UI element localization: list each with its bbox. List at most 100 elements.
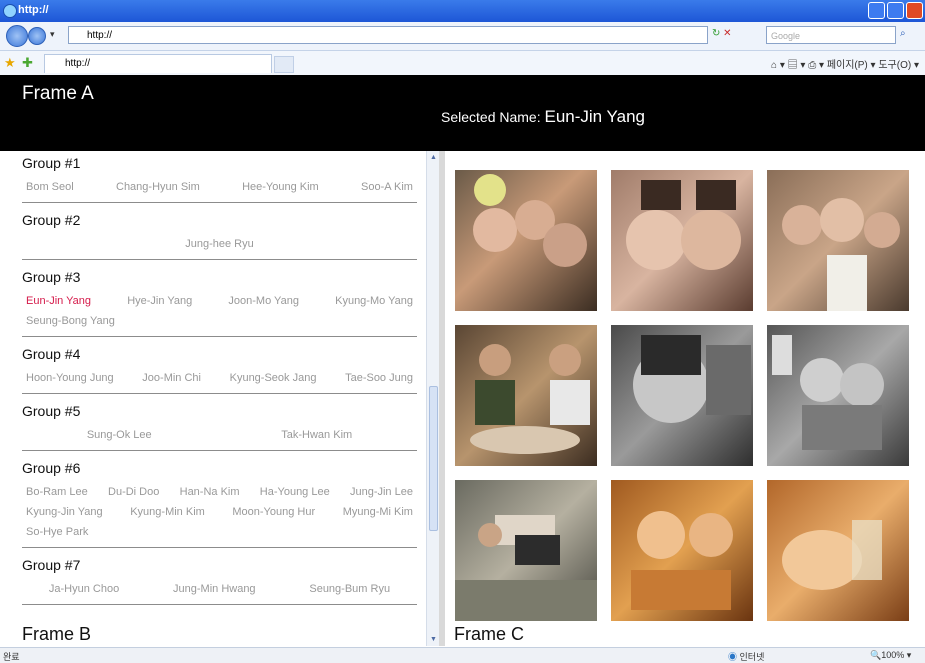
group-section: Group #7 Ja-Hyun Choo Jung-Min Hwang Seung-… [22, 553, 417, 605]
photo-thumbnail[interactable] [611, 325, 753, 466]
member-name[interactable]: Soo-A Kim [357, 177, 417, 197]
member-name[interactable]: Du-Di Doo [104, 482, 163, 502]
group-title: Group #2 [22, 212, 81, 228]
photo-thumbnail[interactable] [611, 170, 753, 311]
window-title: http:// [18, 4, 49, 16]
photo-thumbnail[interactable] [767, 170, 909, 311]
frame-c: Frame C [445, 151, 925, 646]
close-button[interactable] [906, 2, 923, 19]
group-title: Group #7 [22, 557, 81, 573]
member-name[interactable]: Ha-Young Lee [256, 482, 334, 502]
group-title: Group #4 [22, 346, 81, 362]
page-menu[interactable]: 페이지(P) [827, 60, 868, 71]
window-controls [868, 2, 923, 19]
member-name[interactable]: Bom Seol [22, 177, 78, 197]
member-name[interactable]: Han-Na Kim [176, 482, 244, 502]
tools-menu[interactable]: 도구(O) [878, 60, 911, 71]
frame-a: Frame A Selected Name: Eun-Jin Yang [0, 75, 925, 151]
member-list: Eun-Jin Yang Hye-Jin Yang Joon-Mo Yang Kyun… [22, 291, 417, 331]
member-name[interactable]: Hee-Young Kim [238, 177, 323, 197]
member-name[interactable]: Seung-Bum Ryu [305, 579, 394, 599]
globe-icon: ◉ [728, 652, 738, 662]
member-name[interactable]: Kyung-Seok Jang [226, 368, 321, 388]
search-input[interactable]: Google [766, 26, 896, 44]
member-name[interactable]: Bo-Ram Lee [22, 482, 92, 502]
member-name[interactable]: Jung-hee Ryu [181, 234, 258, 254]
address-input[interactable]: http:// [68, 26, 708, 44]
member-list: Hoon-Young Jung Joo-Min Chi Kyung-Seok Jan… [22, 368, 417, 388]
frame-b: Group #1 Bom Seol Chang-Hyun Sim Hee-Young … [12, 151, 439, 646]
selected-name-value: Eun-Jin Yang [544, 107, 646, 126]
frame-b-scrollbar[interactable]: ▲ ▼ [426, 151, 440, 646]
zone-label: 인터넷 [739, 652, 765, 662]
ie-logo-icon [3, 4, 17, 18]
status-bar: 완료 ◉ 인터넷 🔍100% ▾ [0, 647, 925, 663]
member-name[interactable]: Seung-Bong Yang [22, 311, 119, 331]
new-tab-button[interactable] [274, 56, 294, 73]
frame-b-label: Frame B [22, 624, 92, 644]
member-name[interactable]: Moon-Young Hur [228, 502, 319, 522]
scroll-up-icon[interactable]: ▲ [428, 152, 439, 163]
member-name[interactable]: Kyung-Jin Yang [22, 502, 107, 522]
photo-thumbnail[interactable] [455, 325, 597, 466]
member-name[interactable]: Hye-Jin Yang [123, 291, 196, 311]
status-text: 완료 [3, 652, 20, 662]
member-name[interactable]: Tak-Hwan Kim [277, 425, 356, 445]
window-title-bar: http:// [0, 0, 925, 22]
group-section: Group #3 Eun-Jin Yang Hye-Jin Yang Joon-Mo … [22, 265, 417, 337]
refresh-icon[interactable]: ↻ [712, 28, 720, 39]
group-section: Group #6 Bo-Ram Lee Du-Di Doo Han-Na Kim Ha-… [22, 456, 417, 548]
selected-name-prefix: Selected Name: [441, 109, 545, 125]
member-name[interactable]: Ja-Hyun Choo [45, 579, 123, 599]
group-title: Group #1 [22, 155, 81, 171]
member-name[interactable]: Joo-Min Chi [138, 368, 205, 388]
address-toolbar: ▾ http:// ↻ ✕ Google ⌕ [0, 22, 925, 51]
member-name[interactable]: Sung-Ok Lee [83, 425, 156, 445]
member-name[interactable]: Jung-Min Hwang [169, 579, 260, 599]
zoom-value: 100% [881, 650, 905, 660]
back-button[interactable] [6, 25, 28, 47]
add-favorite-icon[interactable]: ✚ [22, 55, 33, 71]
feeds-icon[interactable]: ▤ ▾ [788, 60, 806, 71]
photo-thumbnail[interactable] [767, 480, 909, 621]
group-title: Group #6 [22, 460, 81, 476]
group-section: Group #1 Bom Seol Chang-Hyun Sim Hee-Young … [22, 151, 417, 203]
internet-zone: ◉ 인터넷 [728, 650, 764, 663]
maximize-button[interactable] [887, 2, 904, 19]
member-list: Ja-Hyun Choo Jung-Min Hwang Seung-Bum Ryu [22, 579, 417, 599]
history-dropdown-icon[interactable]: ▾ [50, 29, 55, 40]
member-name[interactable]: Tae-Soo Jung [341, 368, 417, 388]
member-list: Bom Seol Chang-Hyun Sim Hee-Young Kim Soo-A… [22, 177, 417, 197]
browser-tab[interactable]: http:// [44, 54, 272, 73]
member-name[interactable]: Kyung-Mo Yang [331, 291, 417, 311]
stop-icon[interactable]: ✕ [723, 28, 731, 39]
member-name[interactable]: Hoon-Young Jung [22, 368, 118, 388]
print-icon[interactable]: ⎙ ▾ [808, 60, 824, 71]
scroll-down-icon[interactable]: ▼ [428, 634, 439, 645]
member-name[interactable]: Joon-Mo Yang [224, 291, 303, 311]
photo-thumbnail[interactable] [611, 480, 753, 621]
selected-name-display: Selected Name: Eun-Jin Yang [441, 107, 645, 127]
favorites-star-icon[interactable]: ★ [4, 55, 16, 71]
frame-a-label: Frame A [22, 83, 94, 104]
frame-c-label: Frame C [454, 624, 525, 644]
forward-button[interactable] [28, 27, 46, 45]
member-name[interactable]: Myung-Mi Kim [339, 502, 417, 522]
zoom-level[interactable]: 🔍100% ▾ [870, 650, 911, 661]
member-name[interactable]: Kyung-Min Kim [126, 502, 209, 522]
photo-thumbnail[interactable] [455, 170, 597, 311]
group-list: Group #1 Bom Seol Chang-Hyun Sim Hee-Young … [12, 151, 439, 605]
photo-thumbnail[interactable] [767, 325, 909, 466]
group-section: Group #4 Hoon-Young Jung Joo-Min Chi Kyung-… [22, 342, 417, 394]
group-title: Group #5 [22, 403, 81, 419]
scrollbar-thumb[interactable] [429, 386, 438, 531]
home-icon[interactable]: ⌂ ▾ [771, 60, 785, 71]
member-name[interactable]: Chang-Hyun Sim [112, 177, 204, 197]
member-name[interactable]: Eun-Jin Yang [22, 291, 95, 311]
photo-thumbnail[interactable] [455, 480, 597, 621]
minimize-button[interactable] [868, 2, 885, 19]
member-list: Bo-Ram Lee Du-Di Doo Han-Na Kim Ha-Young Le… [22, 482, 417, 542]
member-name[interactable]: Jung-Jin Lee [346, 482, 417, 502]
member-name[interactable]: So-Hye Park [22, 522, 92, 542]
search-icon[interactable]: ⌕ [900, 28, 906, 39]
